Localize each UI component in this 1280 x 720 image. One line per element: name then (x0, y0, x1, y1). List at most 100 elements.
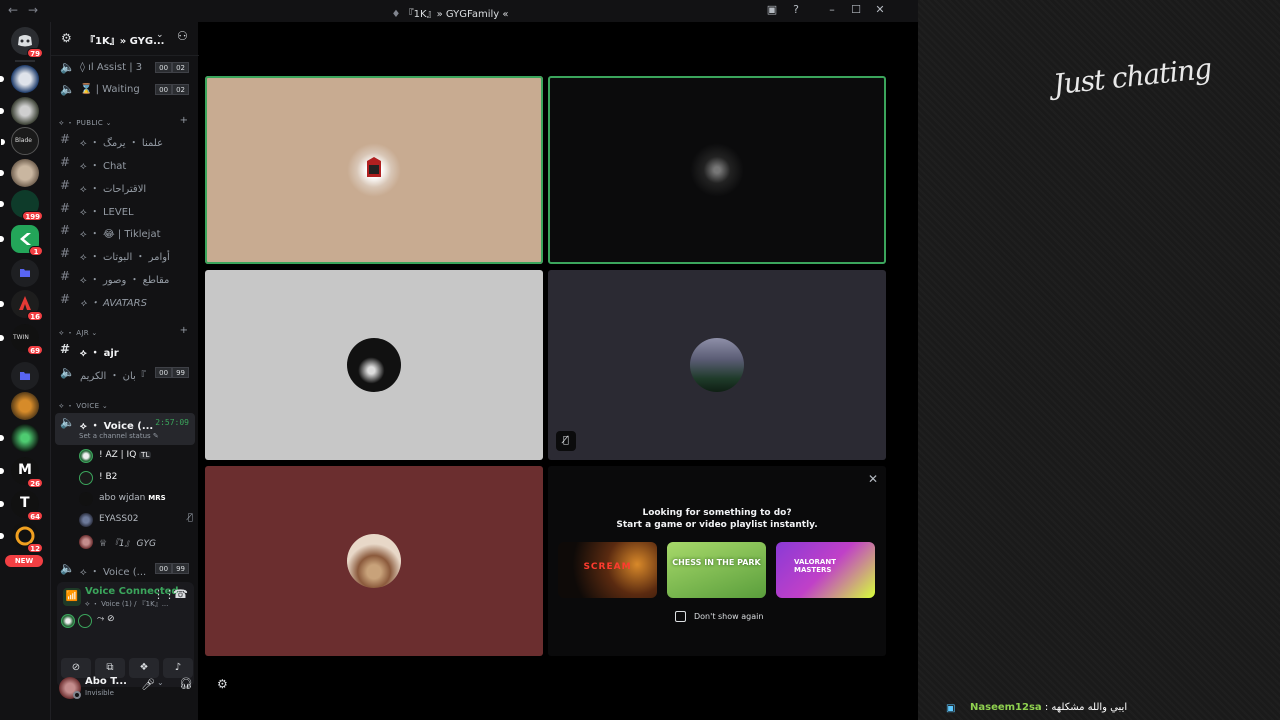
voice-channel-waiting[interactable]: 🔈 ⌛ | Waiting 00 02 (55, 80, 195, 100)
signal-icon[interactable]: 📶 (63, 588, 81, 606)
count-current: 00 (155, 84, 173, 95)
settings-icon[interactable]: ⚙ (217, 677, 228, 691)
chevron-down-icon[interactable]: ⌄ (156, 30, 164, 40)
more-users-icon: ⤳ ⊘ (97, 614, 115, 624)
category-label: AJR (76, 329, 89, 337)
maximize-icon[interactable]: ☐ (848, 3, 864, 16)
video-tile[interactable] (205, 270, 543, 460)
game-card-scream[interactable]: SCREAM (558, 542, 657, 598)
folder-icon[interactable] (11, 362, 39, 390)
server-icon[interactable]: TWIN 69 (0, 324, 43, 355)
hash-icon: # (60, 342, 71, 356)
server-icon[interactable]: 12 (0, 522, 43, 553)
text-channel-ajr[interactable]: # ⟡ ・ ajr (55, 340, 195, 360)
help-icon[interactable]: ? (788, 3, 804, 16)
count-current: 00 (155, 367, 173, 378)
close-icon[interactable]: ✕ (868, 472, 878, 486)
voice-user[interactable]: EYASS02 🎙̸ (79, 510, 193, 530)
channel-label: ⟡ ・ الاقتراحات (80, 184, 147, 195)
voice-channel-assist[interactable]: 🔈 ◊ ıl Assist | 3 00 02 (55, 58, 195, 78)
category-voice[interactable]: ⟡ ・ VOICE ⌄ (59, 401, 108, 411)
voice-user[interactable]: ! B2 (79, 468, 193, 488)
server-icon[interactable]: Blade (1, 127, 39, 155)
dont-show-label[interactable]: Don't show again (694, 612, 763, 621)
noise-suppression-icon[interactable]: ⋮⋮ (153, 588, 175, 601)
server-icon[interactable]: M 26 (0, 457, 43, 488)
badge: 199 (22, 211, 43, 221)
add-channel-icon[interactable]: + (180, 115, 188, 126)
game-title: CHESS IN THE PARK (672, 558, 761, 567)
video-tile[interactable] (205, 76, 543, 264)
hash-icon: # (60, 269, 71, 283)
text-channel[interactable]: # ⟡ ・ علمنا ・ يرمگ (55, 130, 195, 150)
text-channel[interactable]: # ⟡ ・ أوامر ・ البوتات (55, 244, 195, 264)
text-channel[interactable]: # ⟡ ・ 😂 | Tiklejat (55, 221, 195, 241)
server-icon[interactable]: 199 (0, 190, 43, 221)
server-icon[interactable]: T 64 (0, 490, 43, 521)
voice-user[interactable]: ! AZ | IQ TL (79, 446, 193, 466)
game-title: SCREAM (583, 562, 632, 572)
server-icon-small: ♦ (391, 9, 404, 20)
text-channel[interactable]: # ⟡ ・ مقاطع ・ وصور (55, 267, 195, 287)
game-card-chess[interactable]: CHESS IN THE PARK (667, 542, 766, 598)
avatar (61, 614, 75, 628)
channel-label: ⟡ ・ 😂 | Tiklejat (80, 229, 161, 240)
text-channel[interactable]: # ⟡ ・ LEVEL (55, 199, 195, 219)
voice-user-name: EYASS02 (99, 514, 139, 524)
server-header[interactable]: ⚙ 『1K』» GYG... ⌄ ⚇ (51, 22, 199, 56)
channel-status[interactable]: Set a channel status ✎ (79, 432, 159, 440)
server-icon[interactable] (0, 424, 39, 452)
category-label: VOICE (76, 402, 100, 410)
voice-user-name: abo wjdan MRS (99, 493, 166, 503)
discord-window: ← → ♦ 『1K』» GYGFamily « ▣ ? – ☐ ✕ 79 Bla… (0, 0, 918, 720)
video-tile[interactable] (548, 76, 886, 264)
server-icon[interactable]: 1 (0, 225, 43, 256)
inbox-icon[interactable]: ▣ (764, 3, 780, 16)
channel-sidebar: ⚙ 『1K』» GYG... ⌄ ⚇ 🔈 ◊ ıl Assist | 3 00 0… (50, 22, 228, 720)
voice-channel-quran[interactable]: 🔈 بان ・ الكريم『 00 99 (55, 363, 195, 383)
direct-messages-icon[interactable]: 79 (11, 27, 43, 58)
voice-user[interactable]: abo wjdan MRS (79, 489, 193, 509)
voice-timer: 2:57:09 (155, 418, 189, 427)
text-channel[interactable]: # ⟡ ・ AVATARS (55, 290, 195, 310)
server-icon[interactable] (0, 65, 39, 93)
hash-icon: # (60, 155, 71, 169)
channel-label: ⟡ ・ Voice (... (80, 567, 147, 578)
activity-subheading: Start a game or video playlist instantly… (616, 520, 818, 530)
dont-show-checkbox[interactable] (675, 611, 686, 622)
category-ajr[interactable]: ⟡ ・ AJR ⌄ (59, 328, 98, 338)
add-channel-icon[interactable]: + (180, 325, 188, 336)
folder-icon[interactable] (11, 259, 39, 287)
server-icon[interactable]: 16 (0, 290, 43, 321)
text-channel[interactable]: # ⟡ ・ Chat (55, 153, 195, 173)
voice-user-name: ! AZ | IQ TL (99, 450, 152, 460)
voice-channel-2[interactable]: 🔈 ⟡ ・ Voice (... 00 99 (55, 559, 195, 579)
server-icon[interactable] (0, 159, 39, 187)
hash-icon: # (60, 178, 71, 192)
voice-user[interactable]: ♕ 『1』 GYG (79, 532, 193, 552)
microphone-icon[interactable]: 🎤︎ (141, 678, 155, 691)
disconnect-icon[interactable]: ☎ (173, 587, 188, 601)
chevron-down-icon[interactable]: ⌄ (157, 678, 164, 687)
server-settings-icon[interactable]: ⚙ (61, 31, 72, 45)
badge: 64 (27, 511, 43, 521)
video-tile[interactable]: 🎙̸ (548, 270, 886, 460)
category-public[interactable]: ⟡ ・ PUBLIC ⌄ (59, 118, 112, 128)
user-tag: TL (139, 451, 152, 459)
invite-icon[interactable]: ⚇ (177, 29, 188, 43)
status-indicator (73, 691, 81, 699)
minimize-icon[interactable]: – (824, 3, 840, 16)
game-card-valorant[interactable]: VALORANT MASTERS (776, 542, 875, 598)
video-tile[interactable] (205, 466, 543, 656)
server-icon[interactable] (11, 392, 39, 420)
server-icon[interactable] (0, 97, 39, 125)
muted-icon: 🎙̸ (556, 431, 576, 451)
user-name[interactable]: Abo T... (85, 676, 127, 687)
headphones-icon[interactable]: 🎧︎ (179, 677, 193, 690)
close-icon[interactable]: ✕ (872, 3, 888, 16)
count-limit: 02 (172, 84, 189, 95)
avatar (79, 535, 93, 549)
voice-channel-active[interactable]: 🔈 ⟡ ・ Voice (... 2:57:09 Set a channel s… (55, 413, 195, 445)
new-badge[interactable]: NEW (5, 555, 43, 567)
text-channel[interactable]: # ⟡ ・ الاقتراحات (55, 176, 195, 196)
